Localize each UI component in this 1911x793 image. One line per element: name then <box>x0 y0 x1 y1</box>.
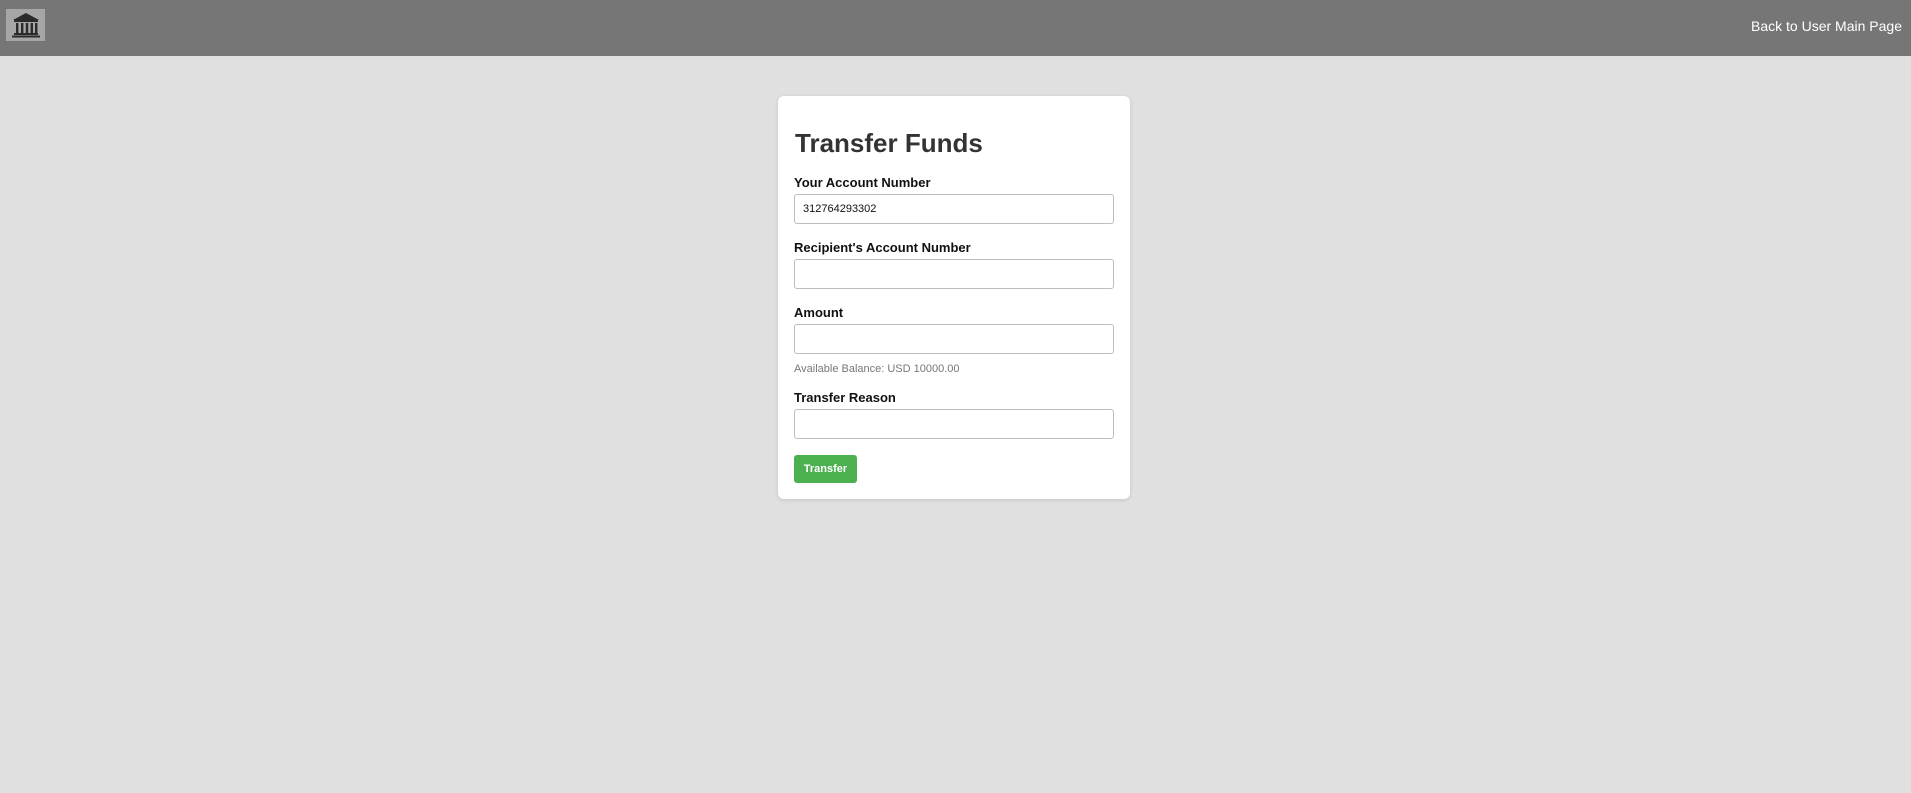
back-to-main-link[interactable]: Back to User Main Page <box>1751 17 1902 35</box>
your-account-label: Your Account Number <box>794 175 931 190</box>
your-account-input[interactable] <box>794 194 1114 224</box>
page-title: Transfer Funds <box>795 128 983 158</box>
amount-label: Amount <box>794 305 844 320</box>
bank-building-icon <box>11 13 40 38</box>
transfer-button[interactable]: Transfer <box>794 455 857 483</box>
available-balance-text: Available Balance: USD 10000.00 <box>794 363 960 375</box>
bank-logo[interactable] <box>6 9 45 41</box>
top-bar: Back to User Main Page <box>0 0 1911 56</box>
transfer-reason-input[interactable] <box>794 409 1114 439</box>
recipient-account-input[interactable] <box>794 259 1114 289</box>
amount-input[interactable] <box>794 324 1114 354</box>
transfer-reason-label: Transfer Reason <box>794 390 896 405</box>
recipient-account-label: Recipient's Account Number <box>794 240 971 255</box>
